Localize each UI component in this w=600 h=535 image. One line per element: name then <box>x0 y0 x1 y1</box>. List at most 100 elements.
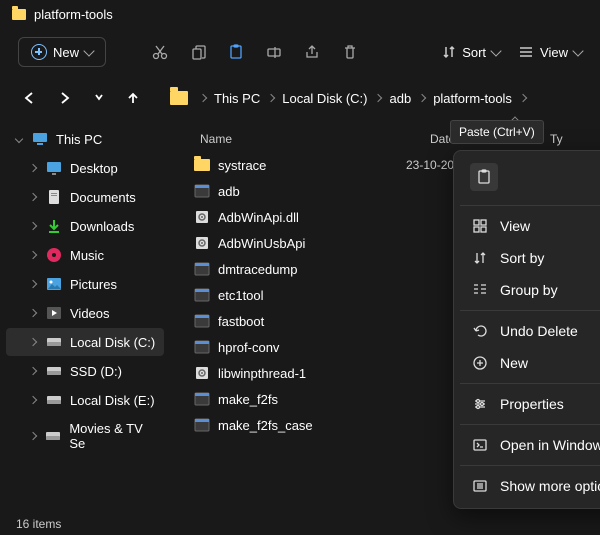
file-name: AdbWinApi.dll <box>218 210 398 225</box>
exe-icon <box>194 313 210 329</box>
sidebar-label: SSD (D:) <box>70 364 122 379</box>
sidebar-item[interactable]: Pictures <box>6 270 164 298</box>
col-name[interactable]: Name <box>200 132 400 146</box>
expand-icon[interactable] <box>14 134 24 144</box>
chevron-down-icon <box>572 45 583 56</box>
pc-icon <box>32 131 48 147</box>
sidebar-label: Downloads <box>70 219 134 234</box>
file-name: hprof-conv <box>218 340 398 355</box>
dll-icon <box>194 365 210 381</box>
pictures-icon <box>46 276 62 292</box>
dll-icon <box>194 235 210 251</box>
sidebar-label: Pictures <box>70 277 117 292</box>
expand-icon[interactable] <box>28 395 38 405</box>
forward-button[interactable] <box>58 91 72 105</box>
sidebar: This PC Desktop Documents Downloads Music Pic… <box>0 120 170 515</box>
toolbar: New Sort View <box>0 28 600 76</box>
sidebar-label: Music <box>70 248 104 263</box>
disk-icon <box>46 392 62 408</box>
expand-icon[interactable] <box>28 221 38 231</box>
breadcrumb-seg[interactable]: platform-tools <box>433 91 512 106</box>
folder-icon <box>194 157 210 173</box>
videos-icon <box>46 305 62 321</box>
sidebar-label: Documents <box>70 190 136 205</box>
paste-tooltip: Paste (Ctrl+V) <box>450 120 544 144</box>
ctx-groupby[interactable]: Group by <box>460 274 600 306</box>
ctx-new[interactable]: New <box>460 347 600 379</box>
music-icon <box>46 247 62 263</box>
file-name: make_f2fs_case <box>218 418 398 433</box>
expand-icon[interactable] <box>28 366 38 376</box>
sidebar-item[interactable]: SSD (D:) <box>6 357 164 385</box>
sidebar-item[interactable]: Downloads <box>6 212 164 240</box>
ctx-terminal[interactable]: Open in Windows Terminal <box>460 429 600 461</box>
rename-icon[interactable] <box>264 42 284 62</box>
sidebar-label: Desktop <box>70 161 118 176</box>
context-menu: View Sort by Group by Undo DeleteCtrl+Z … <box>453 150 600 509</box>
expand-icon[interactable] <box>28 250 38 260</box>
breadcrumb[interactable]: This PC Local Disk (C:) adb platform-too… <box>170 91 526 106</box>
view-button[interactable]: View <box>518 45 582 60</box>
ctx-undo[interactable]: Undo DeleteCtrl+Z <box>460 315 600 347</box>
expand-icon[interactable] <box>28 337 38 347</box>
desktop-icon <box>46 160 62 176</box>
sidebar-item[interactable]: Local Disk (C:) <box>6 328 164 356</box>
docs-icon <box>46 189 62 205</box>
ctx-properties[interactable]: PropertiesAlt+Enter <box>460 388 600 420</box>
copy-icon[interactable] <box>188 42 208 62</box>
breadcrumb-seg[interactable]: adb <box>389 91 411 106</box>
file-name: etc1tool <box>218 288 398 303</box>
sidebar-item[interactable]: Music <box>6 241 164 269</box>
exe-icon <box>194 339 210 355</box>
expand-icon[interactable] <box>28 163 38 173</box>
expand-icon[interactable] <box>28 192 38 202</box>
file-name: systrace <box>218 158 398 173</box>
file-name: dmtracedump <box>218 262 398 277</box>
window-title: platform-tools <box>34 7 113 22</box>
sidebar-label: Videos <box>70 306 110 321</box>
share-icon[interactable] <box>302 42 322 62</box>
up-button[interactable] <box>126 91 140 105</box>
sidebar-item[interactable]: Desktop <box>6 154 164 182</box>
expand-icon[interactable] <box>28 308 38 318</box>
new-button[interactable]: New <box>18 37 106 67</box>
breadcrumb-seg[interactable]: Local Disk (C:) <box>282 91 367 106</box>
sidebar-item[interactable]: Videos <box>6 299 164 327</box>
col-type[interactable]: Ty <box>550 132 563 146</box>
file-name: libwinpthread-1 <box>218 366 398 381</box>
recent-button[interactable] <box>94 91 104 105</box>
sidebar-label: Local Disk (E:) <box>70 393 155 408</box>
breadcrumb-seg[interactable]: This PC <box>214 91 260 106</box>
sidebar-item[interactable]: This PC <box>6 125 164 153</box>
disk-icon <box>46 363 62 379</box>
file-name: adb <box>218 184 398 199</box>
chevron-down-icon <box>490 45 501 56</box>
sidebar-item[interactable]: Movies & TV Se <box>6 415 164 457</box>
exe-icon <box>194 183 210 199</box>
plus-icon <box>31 44 47 60</box>
new-label: New <box>53 45 79 60</box>
ctx-paste-icon[interactable] <box>470 163 498 191</box>
downloads-icon <box>46 218 62 234</box>
back-button[interactable] <box>22 91 36 105</box>
status-bar: 16 items <box>0 513 77 535</box>
expand-icon[interactable] <box>28 431 37 441</box>
sidebar-item[interactable]: Documents <box>6 183 164 211</box>
exe-icon <box>194 417 210 433</box>
titlebar: platform-tools <box>0 0 600 28</box>
folder-icon <box>170 91 188 105</box>
cut-icon[interactable] <box>150 42 170 62</box>
ctx-sortby[interactable]: Sort by <box>460 242 600 274</box>
sidebar-label: Movies & TV Se <box>69 421 156 451</box>
delete-icon[interactable] <box>340 42 360 62</box>
expand-icon[interactable] <box>28 279 38 289</box>
ctx-view[interactable]: View <box>460 210 600 242</box>
folder-icon <box>12 9 26 20</box>
file-name: fastboot <box>218 314 398 329</box>
sidebar-item[interactable]: Local Disk (E:) <box>6 386 164 414</box>
paste-icon[interactable] <box>226 42 246 62</box>
ctx-more[interactable]: Show more optionsShift+F10 <box>460 470 600 502</box>
file-name: AdbWinUsbApi <box>218 236 398 251</box>
sort-button[interactable]: Sort <box>442 45 500 60</box>
file-pane: Name Date modified Ty Paste (Ctrl+V) sys… <box>170 120 600 515</box>
